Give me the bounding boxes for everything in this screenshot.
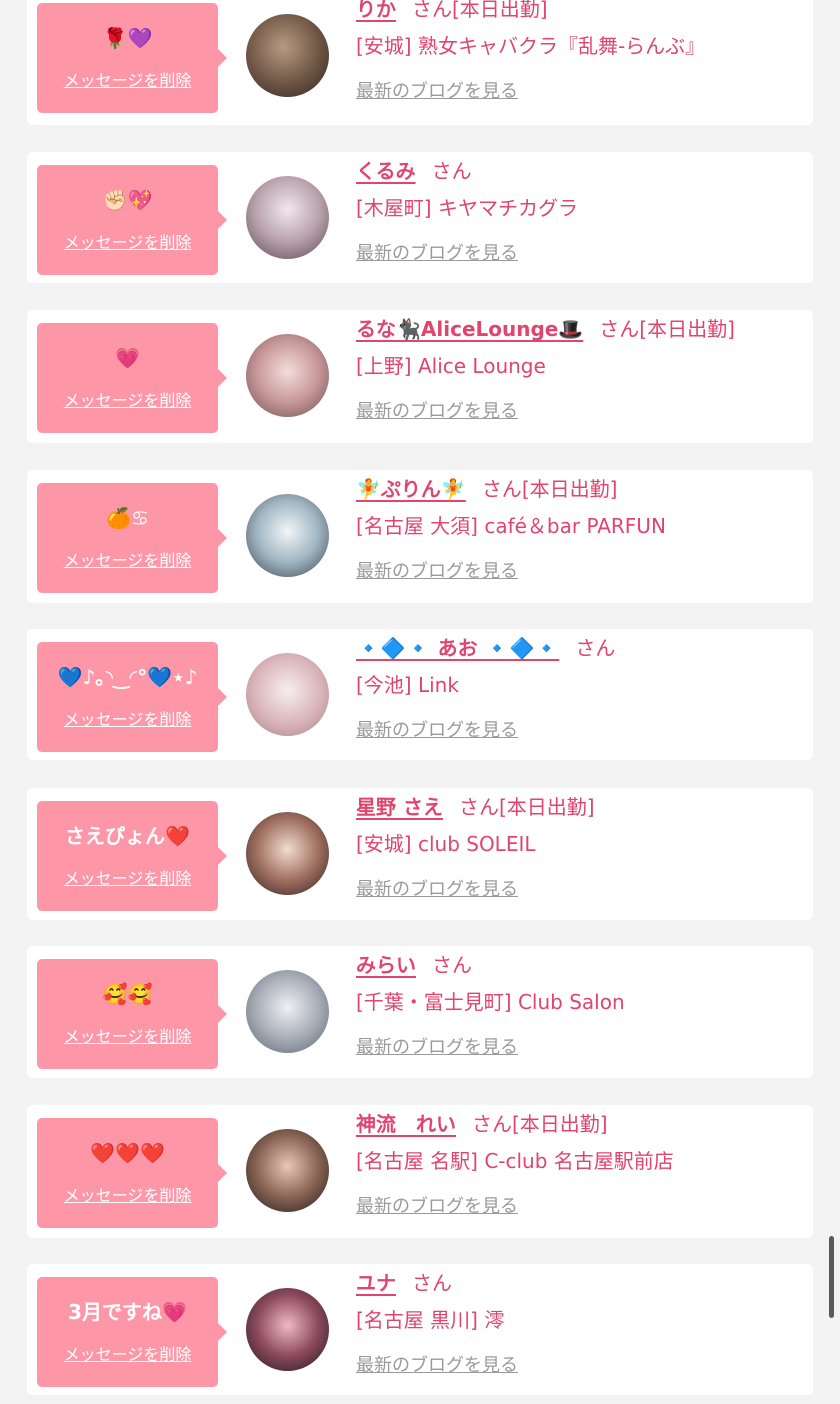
- delete-message-link[interactable]: メッセージを削除: [37, 1341, 218, 1365]
- message-text: ❤️❤️❤️: [90, 1141, 165, 1165]
- honorific: さん: [458, 795, 499, 819]
- cast-name-link[interactable]: 🧚ぷりん🧚: [356, 477, 466, 501]
- view-blog-link[interactable]: 最新のブログを見る: [356, 77, 518, 103]
- honorific: さん: [412, 0, 452, 21]
- message-bubble: 3月ですね💗 メッセージを削除: [37, 1277, 227, 1387]
- list-item: 💙♪｡◝‿◜°💙⋆♪ メッセージを削除 🔹🔷🔹 あお 🔹🔷🔹 さん [今池] Link 最…: [27, 629, 813, 760]
- avatar-photo[interactable]: [246, 970, 329, 1053]
- delete-message-link[interactable]: メッセージを削除: [37, 865, 218, 889]
- message-text: 🥰🥰: [102, 982, 153, 1006]
- cast-name-link[interactable]: りか: [356, 0, 396, 21]
- name-line: りか さん[本日出勤]: [356, 0, 548, 24]
- name-line: くるみ さん: [356, 156, 472, 186]
- cast-name-link[interactable]: みらい: [356, 953, 416, 977]
- view-blog-link[interactable]: 最新のブログを見る: [356, 557, 518, 583]
- honorific: さん: [575, 636, 616, 660]
- delete-message-link[interactable]: メッセージを削除: [37, 706, 218, 730]
- delete-message-link[interactable]: メッセージを削除: [37, 547, 218, 571]
- name-line: るな🐈‍⬛AliceLounge🎩 さん[本日出勤]: [356, 314, 735, 344]
- message-text: さえぴょん❤️: [65, 824, 190, 848]
- list-item: 🍊♋ メッセージを削除 🧚ぷりん🧚 さん[本日出勤] [名古屋 大須] café＆bar…: [27, 470, 813, 603]
- message-bubble: 🍊♋ メッセージを削除: [37, 483, 227, 593]
- delete-message-link[interactable]: メッセージを削除: [37, 1182, 218, 1206]
- shop-name: [安城] 熟女キャバクラ『乱舞-らんぶ』: [356, 34, 706, 58]
- honorific: さん: [481, 477, 522, 501]
- shop-name: [名古屋 黒川] 澪: [356, 1308, 505, 1332]
- avatar-illustration[interactable]: [246, 653, 329, 736]
- work-status: [本日出勤]: [639, 317, 735, 341]
- avatar-photo[interactable]: [246, 176, 329, 259]
- shop-name: [木屋町] キヤマチカグラ: [356, 196, 578, 220]
- cast-name-link[interactable]: 神流 れい: [356, 1112, 456, 1136]
- honorific: さん: [432, 953, 472, 977]
- honorific: さん: [472, 1112, 512, 1136]
- list-item: ✊🏻💖 メッセージを削除 くるみ さん [木屋町] キヤマチカグラ 最新のブログを見る: [27, 152, 813, 283]
- honorific: さん: [412, 1271, 452, 1295]
- name-line: 神流 れい さん[本日出勤]: [356, 1109, 608, 1139]
- message-text: 💗: [115, 346, 140, 370]
- cast-name-link[interactable]: ユナ: [356, 1271, 396, 1295]
- view-blog-link[interactable]: 最新のブログを見る: [356, 1033, 518, 1059]
- message-bubble: さえぴょん❤️ メッセージを削除: [37, 801, 227, 911]
- message-text: 🍊♋: [106, 506, 149, 530]
- message-bubble: 💙♪｡◝‿◜°💙⋆♪ メッセージを削除: [37, 642, 227, 752]
- name-line: ユナ さん: [356, 1268, 452, 1298]
- delete-message-link[interactable]: メッセージを削除: [37, 387, 218, 411]
- view-blog-link[interactable]: 最新のブログを見る: [356, 1192, 518, 1218]
- avatar-photo[interactable]: [246, 812, 329, 895]
- shop-name: [名古屋 名駅] C-club 名古屋駅前店: [356, 1149, 674, 1173]
- view-blog-link[interactable]: 最新のブログを見る: [356, 875, 518, 901]
- cast-name-link[interactable]: 🔹🔷🔹 あお 🔹🔷🔹: [356, 636, 559, 660]
- delete-message-link[interactable]: メッセージを削除: [37, 1023, 218, 1047]
- work-status: [本日出勤]: [452, 0, 548, 21]
- work-status: [本日出勤]: [498, 795, 595, 819]
- honorific: さん: [599, 317, 640, 341]
- message-text: 🌹💜: [102, 26, 153, 50]
- message-bubble: ✊🏻💖 メッセージを削除: [37, 165, 227, 275]
- cast-name-link[interactable]: 星野 さえ: [356, 795, 443, 819]
- list-item: 🥰🥰 メッセージを削除 みらい さん [千葉・富士見町] Club Salon 最新のブロ…: [27, 946, 813, 1078]
- avatar-photo[interactable]: [246, 14, 329, 97]
- message-bubble: ❤️❤️❤️ メッセージを削除: [37, 1118, 227, 1228]
- view-blog-link[interactable]: 最新のブログを見る: [356, 397, 518, 423]
- delete-message-link[interactable]: メッセージを削除: [37, 229, 218, 253]
- work-status: [本日出勤]: [512, 1112, 608, 1136]
- view-blog-link[interactable]: 最新のブログを見る: [356, 239, 518, 265]
- view-blog-link[interactable]: 最新のブログを見る: [356, 1351, 518, 1377]
- cast-name-link[interactable]: るな🐈‍⬛AliceLounge🎩: [356, 317, 583, 341]
- delete-message-link[interactable]: メッセージを削除: [37, 67, 218, 91]
- shop-name: [今池] Link: [356, 673, 459, 697]
- avatar-photo[interactable]: [246, 1288, 329, 1371]
- message-text: 💙♪｡◝‿◜°💙⋆♪: [57, 665, 198, 689]
- list-item: 💗 メッセージを削除 るな🐈‍⬛AliceLounge🎩 さん[本日出勤] [上野] A…: [27, 310, 813, 443]
- honorific: さん: [431, 159, 472, 183]
- name-line: 星野 さえ さん[本日出勤]: [356, 792, 595, 822]
- avatar-photo[interactable]: [246, 334, 329, 417]
- view-blog-link[interactable]: 最新のブログを見る: [356, 716, 518, 742]
- scrollbar[interactable]: [829, 1236, 834, 1318]
- shop-name: [安城] club SOLEIL: [356, 832, 536, 856]
- message-text: 3月ですね💗: [68, 1300, 187, 1324]
- message-bubble: 🌹💜 メッセージを削除: [37, 3, 227, 113]
- list-item: 🌹💜 メッセージを削除 りか さん[本日出勤] [安城] 熟女キャバクラ『乱舞-らんぶ』…: [27, 0, 813, 125]
- message-text: ✊🏻💖: [102, 188, 153, 212]
- message-bubble: 💗 メッセージを削除: [37, 323, 227, 433]
- list-item: 3月ですね💗 メッセージを削除 ユナ さん [名古屋 黒川] 澪最新のブログを見る: [27, 1264, 813, 1395]
- shop-name: [名古屋 大須] café＆bar PARFUN: [356, 514, 666, 538]
- shop-name: [千葉・富士見町] Club Salon: [356, 990, 625, 1014]
- cast-name-link[interactable]: くるみ: [356, 159, 416, 183]
- work-status: [本日出勤]: [521, 477, 618, 501]
- avatar-photo[interactable]: [246, 494, 329, 577]
- list-item: ❤️❤️❤️ メッセージを削除 神流 れい さん[本日出勤] [名古屋 名駅] C-cl…: [27, 1105, 813, 1238]
- name-line: 🔹🔷🔹 あお 🔹🔷🔹 さん: [356, 633, 615, 663]
- avatar-photo[interactable]: [246, 1129, 329, 1212]
- name-line: みらい さん: [356, 950, 472, 980]
- list-item: さえぴょん❤️ メッセージを削除 星野 さえ さん[本日出勤] [安城] club SO…: [27, 788, 813, 920]
- message-bubble: 🥰🥰 メッセージを削除: [37, 959, 227, 1069]
- shop-name: [上野] Alice Lounge: [356, 354, 546, 378]
- name-line: 🧚ぷりん🧚 さん[本日出勤]: [356, 474, 617, 504]
